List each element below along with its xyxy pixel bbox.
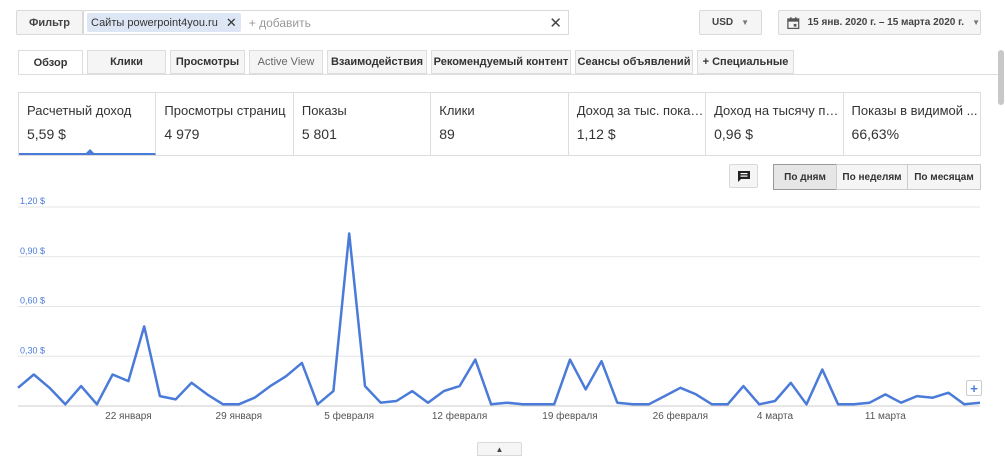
page-scrollbar[interactable] bbox=[998, 50, 1004, 105]
metric-label: Показы в видимой ... bbox=[851, 103, 978, 118]
period-weekly-button[interactable]: По неделям bbox=[836, 164, 908, 190]
period-monthly-button[interactable]: По месяцам bbox=[907, 164, 981, 190]
revenue-series-line bbox=[17, 232, 981, 406]
tab-divider bbox=[18, 74, 1003, 75]
metric-value: 5,59 $ bbox=[27, 126, 66, 142]
x-tick-label: 22 января bbox=[105, 411, 151, 422]
metric-impressions[interactable]: Показы 5 801 bbox=[294, 93, 432, 155]
period-daily-button[interactable]: По дням bbox=[773, 164, 837, 190]
metric-value: 89 bbox=[439, 126, 455, 142]
x-tick-label: 4 марта bbox=[757, 411, 794, 422]
currency-value: USD bbox=[711, 17, 734, 28]
comment-icon bbox=[737, 170, 750, 182]
metric-label: Расчетный доход bbox=[27, 103, 132, 118]
metric-label: Показы bbox=[301, 103, 347, 118]
tab-ad-sessions[interactable]: Сеансы объявлений bbox=[575, 50, 693, 74]
metric-value: 4 979 bbox=[164, 126, 200, 142]
tab-active-view[interactable]: Active View bbox=[249, 50, 323, 74]
collapse-chart-button[interactable]: ▲ bbox=[477, 442, 522, 456]
metric-active-view-viewable[interactable]: Показы в видимой ... 66,63% bbox=[844, 93, 980, 155]
tab-overview[interactable]: Обзор bbox=[18, 50, 83, 75]
x-tick-label: 29 января bbox=[216, 411, 262, 422]
x-tick-label: 5 февраля bbox=[324, 410, 374, 422]
tab-clicks[interactable]: Клики bbox=[87, 50, 166, 74]
x-tick-label: 26 февраля bbox=[653, 410, 708, 422]
date-range-picker[interactable]: 15 янв. 2020 г. – 15 марта 2020 г. ▼ bbox=[778, 10, 981, 35]
metric-page-rpm[interactable]: Доход на тысячу по... 0,96 $ bbox=[706, 93, 844, 155]
chip-close-icon[interactable]: ✕ bbox=[226, 15, 237, 31]
add-filter-input[interactable] bbox=[248, 15, 549, 30]
chevron-down-icon: ▼ bbox=[741, 18, 750, 27]
metric-clicks[interactable]: Клики 89 bbox=[431, 93, 569, 155]
filter-chip-label: Сайты powerpoint4you.ru bbox=[91, 16, 218, 29]
chevron-down-icon: ▼ bbox=[972, 18, 980, 27]
metric-label: Доход за тыс. показов bbox=[576, 103, 706, 118]
tab-views[interactable]: Просмотры bbox=[170, 50, 245, 74]
x-tick-label: 19 февраля bbox=[542, 410, 597, 422]
metric-estimated-revenue[interactable]: Расчетный доход 5,59 $ bbox=[19, 93, 157, 155]
calendar-icon bbox=[787, 16, 800, 29]
y-tick-label: 0,30 $ bbox=[20, 345, 45, 355]
metric-value: 1,12 $ bbox=[576, 126, 616, 142]
tab-interactions[interactable]: Взаимодействия bbox=[327, 50, 427, 74]
filter-chip: Сайты powerpoint4you.ru ✕ bbox=[87, 13, 241, 32]
y-tick-label: 1,20 $ bbox=[20, 196, 45, 206]
y-tick-label: 0,90 $ bbox=[20, 246, 45, 256]
date-range-value: 15 янв. 2020 г. – 15 марта 2020 г. bbox=[807, 17, 965, 28]
x-tick-label: 12 февраля bbox=[432, 410, 487, 422]
period-toggle: По дням По неделям По месяцам bbox=[773, 164, 981, 190]
filter-input-box[interactable]: Сайты powerpoint4you.ru ✕ ✕ bbox=[83, 10, 569, 35]
metric-value: 0,96 $ bbox=[714, 126, 754, 142]
metric-label: Просмотры страниц bbox=[164, 103, 286, 118]
revenue-line-chart: 0,30 $ 0,60 $ 0,90 $ 1,20 $ 22 января 29 янва… bbox=[17, 196, 981, 422]
tab-recommended-content[interactable]: Рекомендуемый контент bbox=[431, 50, 571, 74]
clear-filter-icon[interactable]: ✕ bbox=[549, 14, 562, 32]
metric-label: Клики bbox=[439, 103, 475, 118]
filter-button[interactable]: Фильтр bbox=[16, 10, 83, 35]
zoom-in-button[interactable]: + bbox=[966, 380, 982, 396]
x-tick-label: 11 марта bbox=[865, 411, 906, 422]
metric-impression-rpm[interactable]: Доход за тыс. показов 1,12 $ bbox=[569, 93, 707, 155]
tab-custom[interactable]: + Специальные bbox=[697, 50, 794, 74]
metrics-scorecard: Расчетный доход 5,59 $ Просмотры страниц… bbox=[18, 92, 981, 156]
currency-select[interactable]: USD ▼ bbox=[699, 10, 762, 35]
metric-value: 5 801 bbox=[301, 126, 337, 142]
y-tick-label: 0,60 $ bbox=[20, 296, 45, 306]
annotation-button[interactable] bbox=[729, 164, 758, 188]
metric-label: Доход на тысячу по... bbox=[714, 103, 843, 118]
metric-value: 66,63% bbox=[851, 126, 900, 142]
metric-page-views[interactable]: Просмотры страниц 4 979 bbox=[156, 93, 294, 155]
